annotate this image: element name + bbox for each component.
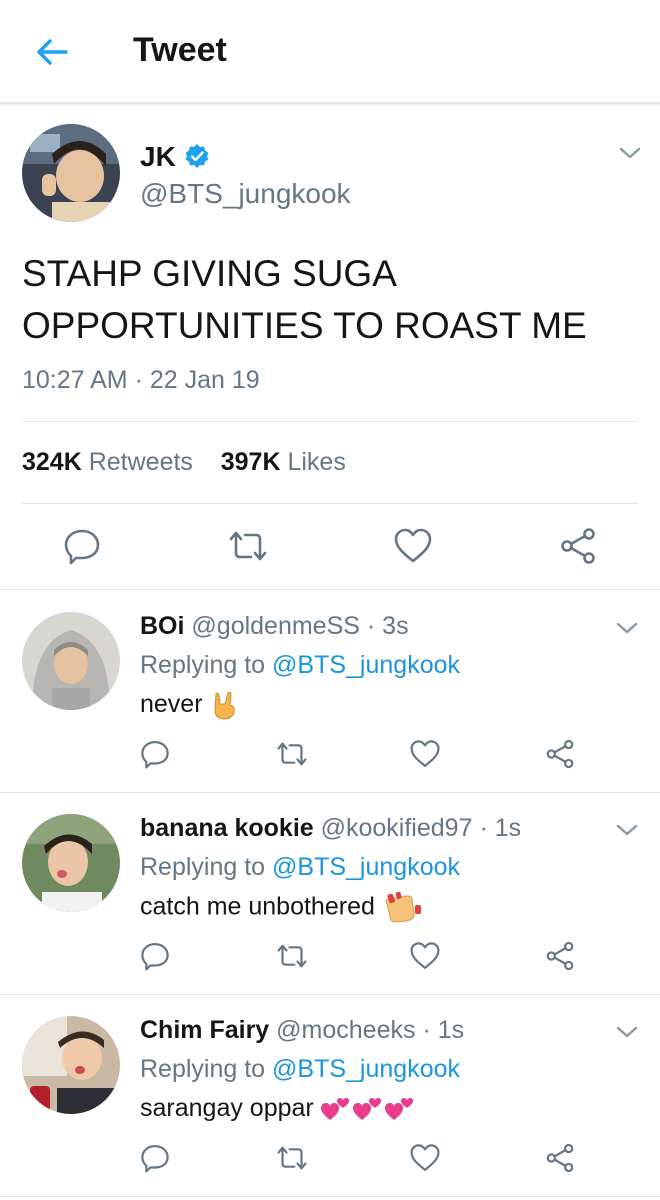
top-bar-shadow [0,102,660,106]
share-icon[interactable] [544,941,576,971]
verified-badge-icon [185,144,209,168]
page-title: Tweet [133,31,227,69]
reply-icon[interactable] [140,739,170,769]
tweet-text-line-1: STAHP GIVING SUGA [22,253,397,294]
retweet-icon[interactable] [227,527,269,565]
reply-text: never [140,690,238,720]
like-icon[interactable] [409,941,441,971]
replying-to: Replying to @BTS_jungkook [140,651,460,680]
replying-to-label: Replying to [140,1055,266,1083]
replying-to-label: Replying to [140,853,266,881]
top-app-bar: Tweet [0,0,660,102]
replying-to-handle[interactable]: @BTS_jungkook [272,651,460,679]
back-button[interactable] [30,30,74,74]
likes-label: Likes [287,448,346,476]
divider [22,503,638,504]
reply-author-handle[interactable]: @goldenmeSS [191,612,360,640]
share-icon[interactable] [544,739,576,769]
retweets-stat[interactable]: 324K Retweets [22,448,193,476]
two-hearts-emoji [320,1098,413,1121]
nail-polish-emoji [385,892,421,923]
divider [22,421,638,422]
author-handle[interactable]: @BTS_jungkook [140,178,351,210]
arrow-left-icon [37,39,68,65]
divider [0,1196,660,1197]
reply-avatar[interactable] [22,1016,120,1114]
tweet-text-line-2: OPPORTUNITIES TO ROAST ME [22,305,587,346]
reply-avatar[interactable] [22,612,120,710]
reply-text-content: never [140,690,203,718]
reply-author-handle[interactable]: @kookified97 [321,814,473,842]
reply-time: · 1s [479,814,522,842]
reply-text: catch me unbothered [140,892,422,924]
reply-time: · 1s [422,1016,465,1044]
likes-count: 397K [220,448,281,476]
reply-avatar[interactable] [22,814,120,912]
author-avatar[interactable] [22,124,120,222]
retweet-icon[interactable] [275,941,309,971]
chevron-down-icon[interactable] [614,1024,640,1040]
chevron-down-icon[interactable] [614,822,640,838]
reply-text-content: catch me unbothered [140,892,375,921]
reply-header: BOi @goldenmeSS · 3s [140,612,409,641]
reply-author-name[interactable]: Chim Fairy [140,1016,269,1044]
reply-icon[interactable] [63,527,101,565]
retweets-label: Retweets [88,448,193,476]
author-name[interactable]: JK [140,141,176,173]
like-icon[interactable] [409,1143,441,1173]
reply-author-name[interactable]: banana kookie [140,814,314,842]
divider [0,589,660,590]
like-icon[interactable] [393,527,433,565]
share-icon[interactable] [558,527,598,565]
tweet-stats: 324K Retweets 397K Likes [22,448,346,477]
chevron-down-icon[interactable] [617,145,643,161]
replying-to: Replying to @BTS_jungkook [140,853,460,882]
divider [0,792,660,793]
replying-to-label: Replying to [140,651,266,679]
reply-author-name[interactable]: BOi [140,612,184,640]
reply-icon[interactable] [140,1143,170,1173]
divider [0,994,660,995]
reply-icon[interactable] [140,941,170,971]
retweet-icon[interactable] [275,1143,309,1173]
retweets-count: 324K [22,448,82,476]
replying-to-handle[interactable]: @BTS_jungkook [272,853,460,881]
share-icon[interactable] [544,1143,576,1173]
tweet-text: STAHP GIVING SUGA OPPORTUNITIES TO ROAST… [22,248,642,352]
reply-header: Chim Fairy @mocheeks · 1s [140,1016,464,1045]
tweet-timestamp[interactable]: 10:27 AM · 22 Jan 19 [22,366,260,395]
replying-to-handle[interactable]: @BTS_jungkook [272,1055,460,1083]
reply-text-content: sarangay oppar [140,1094,314,1122]
reply-author-handle[interactable]: @mocheeks [276,1016,415,1044]
chevron-down-icon[interactable] [614,620,640,636]
sign-of-horns-emoji [213,692,235,720]
likes-stat[interactable]: 397K Likes [221,448,346,476]
like-icon[interactable] [409,739,441,769]
retweet-icon[interactable] [275,739,309,769]
reply-text: sarangay oppar [140,1094,415,1124]
replying-to: Replying to @BTS_jungkook [140,1055,460,1084]
reply-time: · 3s [366,612,409,640]
reply-header: banana kookie @kookified97 · 1s [140,814,521,843]
